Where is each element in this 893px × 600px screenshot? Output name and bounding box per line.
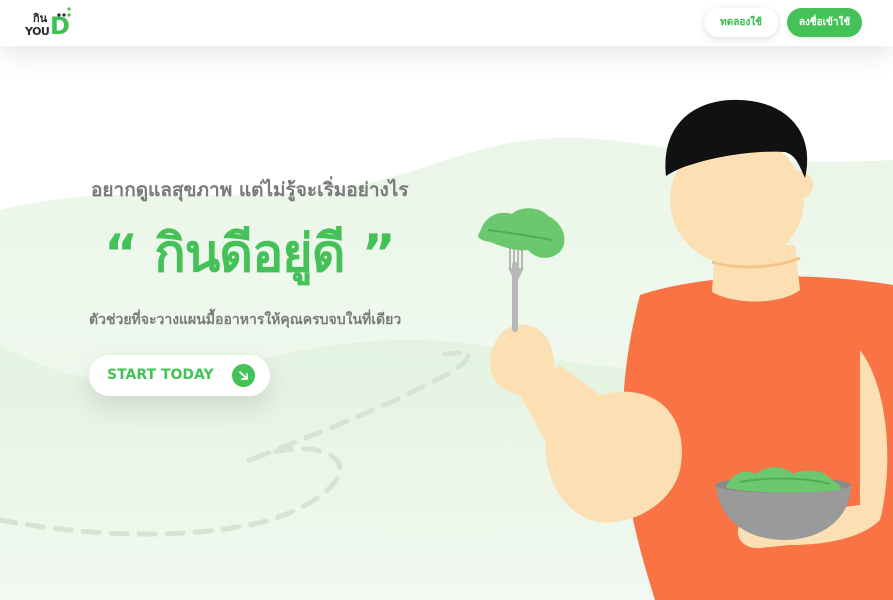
arrow-down-right-icon <box>232 364 255 387</box>
logo[interactable]: กิน YOU D <box>25 6 75 42</box>
try-button[interactable]: ทดลองใช้ <box>704 8 778 37</box>
signup-button[interactable]: ลงชื่อเข้าใช้ <box>787 8 862 37</box>
start-today-button[interactable]: START TODAY <box>89 355 270 396</box>
hero-subtitle: อยากดูแลสุขภาพ แต่ไม่รู้จะเริ่มอย่างไร <box>91 179 409 201</box>
hero-headline: “ กินดีอยู่ดี ” <box>104 224 396 284</box>
dots-icon <box>57 7 71 17</box>
logo-text-you: YOU <box>25 25 50 38</box>
navbar: กิน YOU D ทดลองใช้ ลงชื่อเข้าใช้ <box>0 0 893 46</box>
hero-description: ตัวช่วยที่จะวางแผนมื้ออาหารให้คุณครบจบใน… <box>89 312 402 328</box>
person-illustration <box>478 99 893 600</box>
start-today-label: START TODAY <box>107 367 214 383</box>
